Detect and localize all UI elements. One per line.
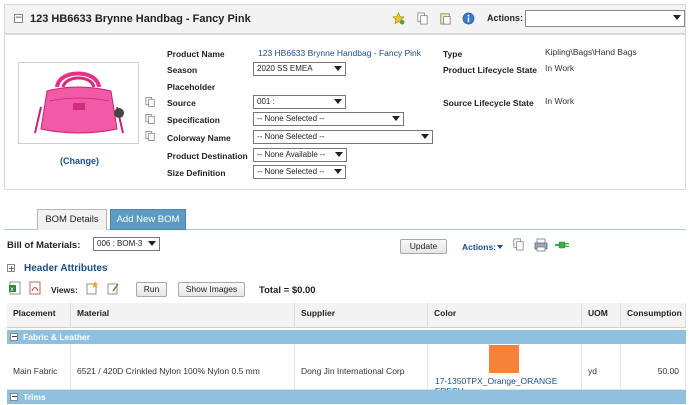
source-lifecycle-value: In Work <box>545 96 575 106</box>
section-row-fabric-leather[interactable]: − Fabric & Leather <box>7 330 686 344</box>
colorway-name-value: -- None Selected -- <box>257 132 325 141</box>
column-header-material: Material <box>71 303 295 328</box>
type-label: Type <box>443 49 463 59</box>
copy-page-icon[interactable] <box>145 130 156 142</box>
bom-select-value: 006 : BOM-3 <box>97 239 143 248</box>
season-value: 2020 SS EMEA <box>257 64 313 73</box>
views-label: Views: <box>51 285 78 295</box>
section-label: Trims <box>23 392 46 402</box>
chevron-down-icon <box>335 152 343 157</box>
column-header-placement: Placement <box>7 303 71 328</box>
column-header-consumption: Consumption <box>621 303 686 328</box>
collapse-toggle-icon[interactable]: − <box>10 393 18 401</box>
cell-placement: Main Fabric <box>7 344 71 390</box>
section-row-trims[interactable]: − Trims <box>7 390 686 404</box>
bom-label: Bill of Materials: <box>7 240 81 251</box>
product-name-label: Product Name <box>167 49 225 59</box>
size-definition-label: Size Definition <box>167 168 226 178</box>
info-icon[interactable] <box>462 12 475 25</box>
copy-page-icon[interactable] <box>145 96 156 108</box>
tab-add-new-bom[interactable]: Add New BOM <box>110 209 186 230</box>
chevron-down-icon <box>148 241 156 246</box>
favorite-star-icon[interactable] <box>392 12 405 25</box>
update-button[interactable]: Update <box>400 239 447 254</box>
season-select[interactable]: 2020 SS EMEA <box>253 62 346 76</box>
chevron-down-icon <box>334 99 342 104</box>
product-destination-label: Product Destination <box>167 151 248 161</box>
header-actions-label: Actions: <box>487 13 523 23</box>
product-destination-select[interactable]: -- None Available -- <box>253 148 347 162</box>
collapse-toggle-icon[interactable]: − <box>10 333 18 341</box>
edit-view-icon[interactable] <box>106 281 120 295</box>
cell-material-link[interactable]: 6521 / 420D Crinkled Nylon 100% Nylon 0.… <box>71 344 295 390</box>
column-header-color: Color <box>428 303 582 328</box>
size-definition-select[interactable]: -- None Selected -- <box>253 165 346 179</box>
product-image <box>18 62 139 144</box>
bom-select[interactable]: 006 : BOM-3 <box>93 237 160 251</box>
plug-icon[interactable] <box>555 239 569 251</box>
cell-uom: yd <box>582 344 621 390</box>
copy-icon[interactable] <box>512 238 525 251</box>
placeholder-label: Placeholder <box>167 82 216 92</box>
header-actions-select[interactable] <box>525 10 685 27</box>
handbag-image-icon <box>34 71 124 134</box>
copy-page-icon[interactable] <box>145 113 156 125</box>
chevron-down-icon[interactable] <box>497 245 503 249</box>
size-definition-value: -- None Selected -- <box>257 167 325 176</box>
expand-toggle-icon[interactable]: + <box>7 264 15 273</box>
column-header-supplier: Supplier <box>295 303 428 328</box>
source-lifecycle-label: Source Lifecycle State <box>443 98 534 108</box>
colorway-name-label: Colorway Name <box>167 133 231 143</box>
chevron-down-icon <box>392 116 400 121</box>
product-lifecycle-value: In Work <box>545 63 575 73</box>
chevron-down-icon <box>673 15 681 20</box>
source-select[interactable]: 001 : <box>253 95 346 109</box>
product-name-value[interactable]: 123 HB6633 Brynne Handbag - Fancy Pink <box>258 48 421 58</box>
colorway-name-select[interactable]: -- None Selected -- <box>253 130 433 144</box>
product-destination-value: -- None Available -- <box>257 150 326 159</box>
clipboard-icon[interactable] <box>439 12 452 25</box>
specification-select[interactable]: -- None Selected -- <box>253 112 404 126</box>
print-icon[interactable] <box>534 238 548 252</box>
change-image-link[interactable]: (Change) <box>60 156 99 166</box>
cell-color: 17-1350TPX_Orange_ORANGE FRESH <box>428 344 582 396</box>
specification-label: Specification <box>167 115 220 125</box>
chevron-down-icon <box>421 134 429 139</box>
chevron-down-icon <box>334 66 342 71</box>
tab-bom-details[interactable]: BOM Details <box>37 209 107 230</box>
section-label: Fabric & Leather <box>23 332 91 342</box>
show-images-button[interactable]: Show Images <box>178 282 245 297</box>
header-attributes-link[interactable]: Header Attributes <box>24 263 108 274</box>
new-view-icon[interactable] <box>85 281 99 295</box>
chevron-down-icon <box>334 169 342 174</box>
copy-icon[interactable] <box>416 12 429 25</box>
season-label: Season <box>167 65 198 75</box>
svg-text:x: x <box>10 286 14 293</box>
source-label: Source <box>167 98 196 108</box>
column-header-uom: UOM <box>582 303 621 328</box>
product-lifecycle-label: Product Lifecycle State <box>443 65 538 75</box>
run-button[interactable]: Run <box>136 282 167 297</box>
excel-icon[interactable]: x <box>9 281 22 295</box>
specification-value: -- None Selected -- <box>257 114 325 123</box>
type-value: Kipling\Bags\Hand Bags <box>545 47 637 57</box>
pdf-icon[interactable] <box>29 281 41 295</box>
cell-supplier-link[interactable]: Dong Jin International Corp <box>295 344 428 390</box>
cell-consumption: 50.00 <box>621 344 686 390</box>
page-title: 123 HB6633 Brynne Handbag - Fancy Pink <box>30 13 251 25</box>
color-swatch[interactable] <box>489 345 519 373</box>
collapse-toggle-icon[interactable]: − <box>14 14 23 23</box>
source-value: 001 : <box>257 97 275 106</box>
total-label: Total = $0.00 <box>259 285 316 296</box>
bom-actions-menu[interactable]: Actions: <box>462 242 496 252</box>
